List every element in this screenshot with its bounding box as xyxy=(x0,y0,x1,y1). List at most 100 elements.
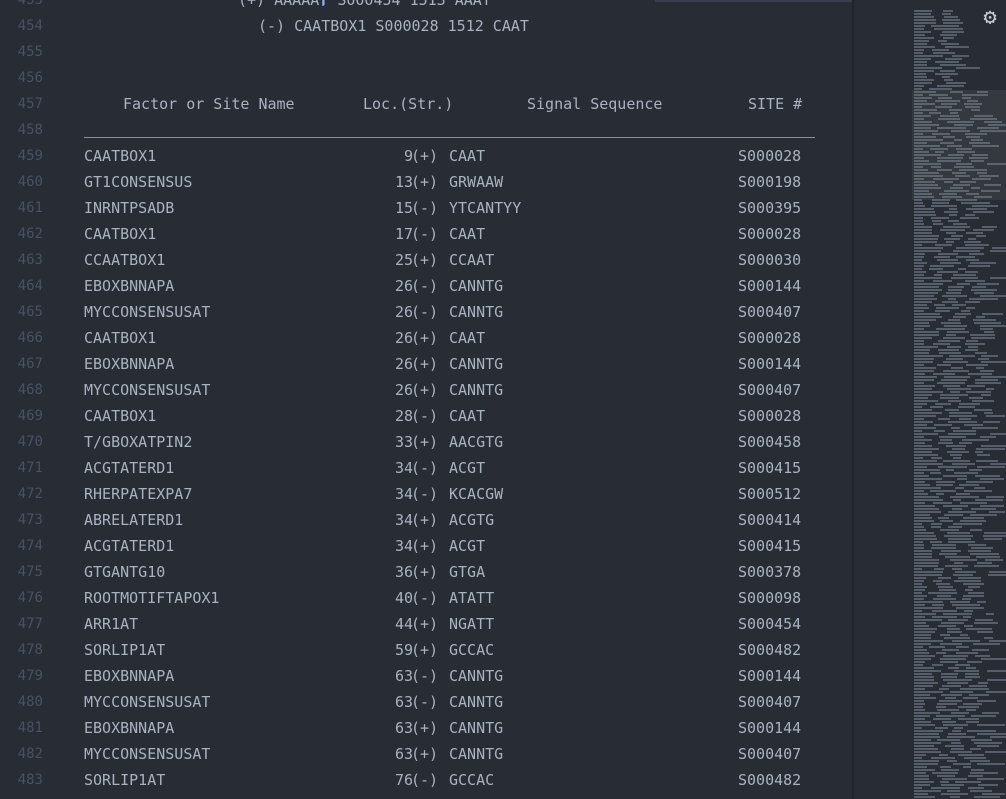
minimap-line xyxy=(914,76,927,78)
minimap-line xyxy=(931,217,949,219)
table-row[interactable]: 482 MYCCONSENSUSAT 63 (+) CANNTG S000407 xyxy=(0,741,854,767)
minimap-line xyxy=(914,754,926,756)
minimap-line xyxy=(935,100,960,102)
minimap-line xyxy=(914,280,924,282)
minimap-line xyxy=(914,370,934,372)
minimap-line xyxy=(963,517,984,519)
minimap-line xyxy=(977,631,993,633)
table-row[interactable]: 474 ACGTATERD1 34 (+) ACGT S000415 xyxy=(0,533,854,559)
minimap-line xyxy=(937,709,959,711)
minimap-line xyxy=(950,187,963,189)
minimap-line xyxy=(945,409,959,411)
signal-sequence-cell: GRWAAW xyxy=(449,173,504,191)
minimap-line xyxy=(990,463,1006,465)
minimap-line xyxy=(968,586,980,588)
minimap-line xyxy=(914,397,928,399)
location-cell: 26 xyxy=(394,381,413,399)
factor-name-cell: CCAATBOX1 xyxy=(84,251,166,269)
signal-sequence-cell: CAAT xyxy=(449,329,486,347)
minimap-line xyxy=(939,688,949,690)
minimap-line xyxy=(928,592,957,594)
minimap-line xyxy=(914,778,929,780)
minimap-line xyxy=(972,145,999,147)
minimap-line xyxy=(987,670,1006,672)
header-site-number: SITE # xyxy=(748,95,803,113)
table-row[interactable]: 463 CCAATBOX1 25 (+) CCAAT S000030 xyxy=(0,247,854,273)
factor-name-cell: EBOXBNNAPA xyxy=(84,667,175,685)
table-row[interactable]: 465 MYCCONSENSUSAT 26 (-) CANNTG S000407 xyxy=(0,299,854,325)
minimap-line xyxy=(934,304,945,306)
table-row[interactable]: 479 EBOXBNNAPA 63 (-) CANNTG S000144 xyxy=(0,663,854,689)
minimap-line xyxy=(974,622,998,624)
minimap-line xyxy=(972,178,991,180)
site-number-cell: S000030 xyxy=(738,251,802,269)
site-number-cell: S000407 xyxy=(738,693,802,711)
minimap-line xyxy=(914,583,922,585)
minimap-line xyxy=(953,457,961,459)
minimap-line xyxy=(930,472,941,474)
table-row[interactable]: 468 MYCCONSENSUSAT 26 (+) CANNTG S000407 xyxy=(0,377,854,403)
code-editor[interactable]: 453 (+) AAAAAT S000454 1513 AAAT 454 (-)… xyxy=(0,0,854,799)
editor-line[interactable]: 453 (+) AAAAAT S000454 1513 AAAT xyxy=(0,0,854,13)
table-row[interactable]: 483 SORLIP1AT 76 (-) GCCAC S000482 xyxy=(0,767,854,793)
minimap-line xyxy=(914,784,930,786)
table-row[interactable]: 471 ACGTATERD1 34 (-) ACGT S000415 xyxy=(0,455,854,481)
table-row[interactable]: 481 EBOXBNNAPA 63 (+) CANNTG S000144 xyxy=(0,715,854,741)
table-row[interactable]: 480 MYCCONSENSUSAT 63 (-) CANNTG S000407 xyxy=(0,689,854,715)
minimap-line xyxy=(914,235,939,237)
table-row[interactable]: 464 EBOXBNNAPA 26 (-) CANNTG S000144 xyxy=(0,273,854,299)
table-row[interactable]: 459 CAATBOX1 9 (+) CAAT S000028 xyxy=(0,143,854,169)
minimap-line xyxy=(944,637,970,639)
table-row[interactable]: 473 ABRELATERD1 34 (+) ACGTG S000414 xyxy=(0,507,854,533)
minimap-line xyxy=(937,364,951,366)
minimap-line xyxy=(914,394,932,396)
table-header-line[interactable]: 457 Factor or Site Name Loc.(Str.) Signa… xyxy=(0,91,854,117)
table-row[interactable]: 462 CAATBOX1 17 (-) CAAT S000028 xyxy=(0,221,854,247)
table-row[interactable]: 476 ROOTMOTIFTAPOX1 40 (-) ATATT S000098 xyxy=(0,585,854,611)
minimap-line xyxy=(948,421,977,423)
editor-line[interactable]: 456 xyxy=(0,65,854,91)
minimap-line xyxy=(914,274,924,276)
minimap-line xyxy=(971,547,993,549)
minimap-line xyxy=(948,400,961,402)
editor-line[interactable]: 454 (-) CAATBOX1 S000028 1512 CAAT xyxy=(0,13,854,39)
minimap-line xyxy=(914,790,941,792)
table-row[interactable]: 467 EBOXBNNAPA 26 (+) CANNTG S000144 xyxy=(0,351,854,377)
minimap-line xyxy=(981,361,1006,363)
minimap-line xyxy=(950,601,970,603)
minimap-line xyxy=(956,646,969,648)
minimap-line xyxy=(914,40,929,42)
signal-sequence-cell: CANNTG xyxy=(449,303,504,321)
minimap-line xyxy=(932,544,956,546)
table-row[interactable]: 461 INRNTPSADB 15 (-) YTCANTYY S000395 xyxy=(0,195,854,221)
minimap-line xyxy=(936,481,955,483)
table-row[interactable]: 470 T/GBOXATPIN2 33 (+) AACGTG S000458 xyxy=(0,429,854,455)
minimap-line xyxy=(941,103,957,105)
gear-icon[interactable]: ⚙ xyxy=(977,5,1003,31)
minimap-line xyxy=(963,703,982,705)
minimap-line xyxy=(914,130,938,132)
minimap-line xyxy=(951,712,969,714)
editor-line[interactable]: 455 xyxy=(0,39,854,65)
minimap-line xyxy=(943,37,954,39)
table-row[interactable]: 460 GT1CONSENSUS 13 (+) GRWAAW S000198 xyxy=(0,169,854,195)
minimap-line xyxy=(974,322,1001,324)
strand-cell: (-) xyxy=(411,199,439,217)
table-row[interactable]: 466 CAATBOX1 26 (+) CAAT S000028 xyxy=(0,325,854,351)
table-row[interactable]: 472 RHERPATEXPA7 34 (-) KCACGW S000512 xyxy=(0,481,854,507)
signal-sequence-cell: AACGTG xyxy=(449,433,504,451)
minimap-line xyxy=(933,598,956,600)
minimap-line xyxy=(938,40,947,42)
minimap[interactable] xyxy=(854,0,1006,799)
table-row[interactable]: 475 GTGANTG10 36 (+) GTGA S000378 xyxy=(0,559,854,585)
factor-name-cell: ACGTATERD1 xyxy=(84,537,175,555)
editor-line[interactable]: 458 xyxy=(0,117,854,143)
minimap-line xyxy=(964,103,982,105)
table-row[interactable]: 478 SORLIP1AT 59 (+) GCCAC S000482 xyxy=(0,637,854,663)
minimap-line xyxy=(952,604,980,606)
table-row[interactable]: 477 ARR1AT 44 (+) NGATT S000454 xyxy=(0,611,854,637)
minimap-line xyxy=(934,430,945,432)
minimap-line xyxy=(914,619,942,621)
table-row[interactable]: 469 CAATBOX1 28 (-) CAAT S000028 xyxy=(0,403,854,429)
factor-name-cell: MYCCONSENSUSAT xyxy=(84,303,211,321)
